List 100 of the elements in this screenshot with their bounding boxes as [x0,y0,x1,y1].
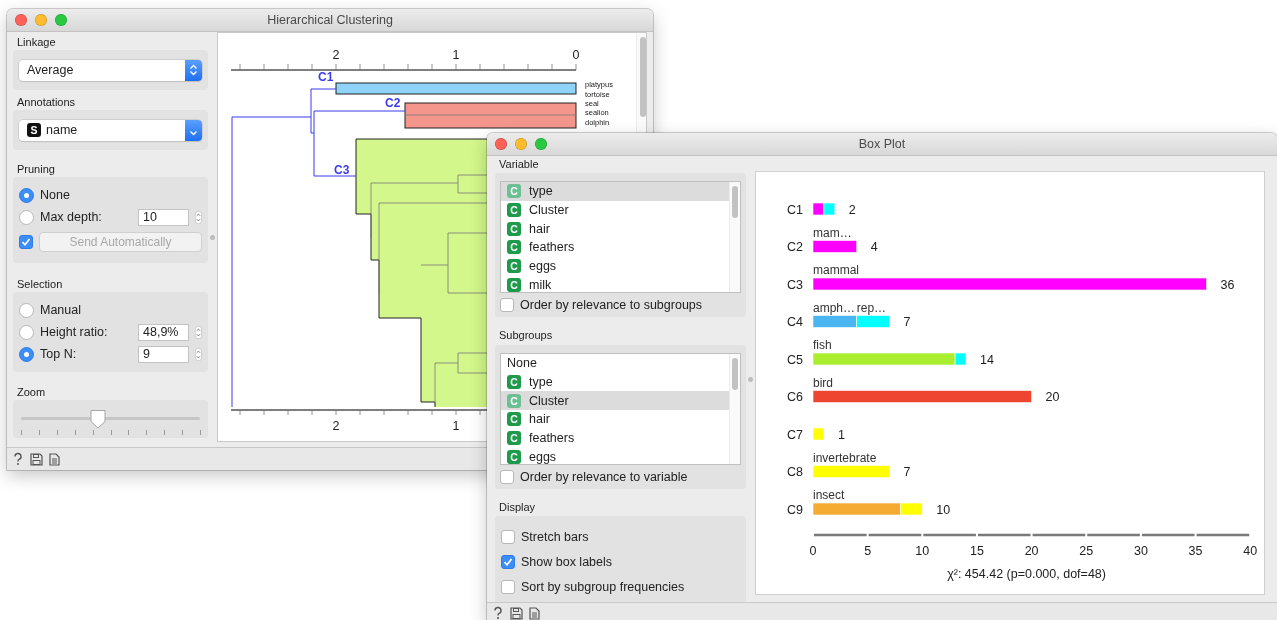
category-label: C2 [787,240,803,254]
number-field[interactable]: 9 [138,345,190,363]
window-title: Hierarchical Clustering [267,13,393,27]
list-item[interactable]: C Cluster [501,391,729,411]
box-label: mammal [813,263,859,277]
cluster-label: C3 [334,163,350,177]
number-field[interactable]: 48,9% [138,323,190,341]
axis-tick-label: 35 [1188,544,1203,558]
statistic-label: χ²: 454.42 (p=0.000, dof=48) [947,567,1106,581]
scrollbar[interactable] [640,37,646,117]
box-label: rep… [856,300,887,315]
window-title: Box Plot [858,137,906,151]
radio-label[interactable]: None [40,188,70,202]
annotations-dropdown[interactable]: S name [19,119,202,141]
checkbox-label[interactable]: Sort by subgroup frequencies [521,579,685,594]
report-icon[interactable] [529,606,540,620]
checkbox[interactable] [500,470,514,484]
checkbox[interactable] [501,529,515,544]
save-icon[interactable] [30,452,43,466]
count-label: 7 [903,465,911,479]
splitter-handle[interactable] [748,376,753,382]
stepper-icon[interactable] [185,59,202,81]
categorical-badge: C [507,431,521,446]
bar-segment [823,202,836,216]
categorical-badge: C [507,277,521,292]
radio-label[interactable]: Max depth: [40,210,132,224]
radio-label[interactable]: Height ratio: [40,325,132,339]
axis-tick-label: 5 [864,544,872,558]
chevron-down-icon[interactable] [185,119,202,141]
category-label: C8 [787,465,803,479]
count-label: 36 [1220,277,1235,292]
radio-button[interactable] [19,302,34,318]
category-label: C5 [787,352,803,367]
radio-label[interactable]: Manual [40,303,81,317]
box-label: bird [813,375,833,390]
radio-button[interactable] [19,324,34,340]
number-field[interactable]: 10 [138,208,190,226]
radio-label[interactable]: Top N: [40,347,132,361]
count-label: 14 [980,352,994,367]
bar-segment [812,202,825,216]
checkbox[interactable] [501,554,515,569]
zoom-button[interactable] [55,14,67,26]
axis-tick-label: 0 [809,544,817,558]
cluster-label: C2 [385,96,401,110]
categorical-badge: C [507,449,521,464]
checkbox-label[interactable]: Show box labels [521,554,613,569]
checkbox-label[interactable]: Order by relevance to variable [520,470,688,484]
help-icon[interactable] [12,452,24,466]
axis-tick-label: 40 [1243,544,1258,558]
bar-segment [812,315,857,328]
minimize-button[interactable] [515,138,527,150]
category-label: C1 [787,202,803,217]
help-icon[interactable] [492,606,504,620]
categorical-badge: C [507,221,521,236]
report-icon[interactable] [49,452,60,466]
categorical-badge: C [507,412,521,427]
category-label: C6 [787,390,803,404]
zoom-slider[interactable] [21,408,200,438]
box-label: insect [813,488,845,502]
count-label: 20 [1045,390,1060,404]
categorical-badge: C [507,203,521,218]
categorical-badge: C [507,375,521,390]
categorical-badge: C [507,184,521,199]
save-icon[interactable] [510,606,523,620]
axis-tick-label: 15 [970,544,984,558]
box-label: fish [813,338,832,352]
bar-segment [812,240,857,253]
categorical-badge: C [507,393,521,408]
scrollbar[interactable] [732,186,738,218]
categorical-badge: C [507,259,521,274]
radio-button[interactable] [19,209,34,225]
checkbox[interactable] [500,298,514,312]
minimize-button[interactable] [35,14,47,26]
splitter-handle[interactable] [210,234,215,240]
checkbox-label[interactable]: Stretch bars [521,529,589,544]
count-label: 2 [848,202,856,217]
count-label: 4 [870,240,878,254]
string-badge: S [27,123,41,137]
count-label: 1 [837,427,845,442]
radio-button[interactable] [19,187,34,203]
axis-tick-label: 2 [332,419,340,433]
count-label: 10 [936,502,951,517]
slider-thumb[interactable] [89,409,106,429]
radio-button[interactable] [19,346,34,362]
close-button[interactable] [15,14,27,26]
category-label: C3 [787,277,803,292]
list-item[interactable]: C type [501,182,729,201]
category-label: C9 [787,502,803,517]
axis-tick-label: 20 [1024,544,1039,558]
scrollbar[interactable] [732,358,738,390]
zoom-button[interactable] [535,138,547,150]
axis-tick-label: 30 [1133,544,1148,558]
axis-tick-label: 0 [572,48,580,62]
bar-segment [812,427,825,441]
close-button[interactable] [495,138,507,150]
linkage-dropdown[interactable]: Average [19,59,202,81]
checkbox[interactable] [501,579,515,594]
categorical-badge: C [507,240,521,255]
axis-tick-label: 1 [452,419,460,433]
category-label: C4 [787,315,803,329]
